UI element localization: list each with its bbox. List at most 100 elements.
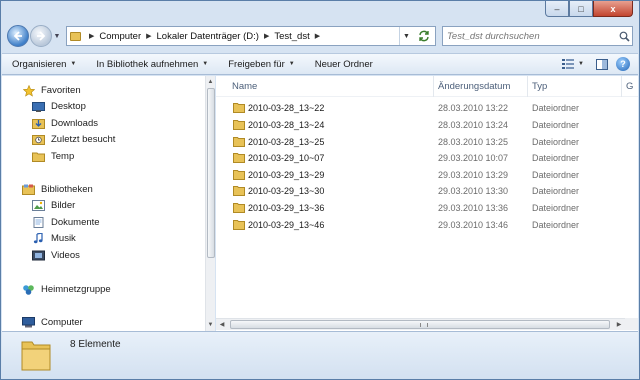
new-folder-button[interactable]: Neuer Ordner — [315, 59, 373, 70]
scrollbar-corner — [625, 318, 638, 330]
help-button[interactable]: ? — [616, 57, 630, 71]
nav-recent-label: Zuletzt besucht — [51, 134, 116, 145]
horizontal-scroll-thumb[interactable] — [230, 320, 610, 329]
nav-documents-label: Dokumente — [51, 217, 100, 228]
libraries-icon — [22, 184, 35, 195]
explorer-window: – □ x ▼ ▶ Computer ▶ Lokaler Datenträger… — [0, 0, 640, 380]
nav-desktop[interactable]: Desktop — [32, 101, 86, 112]
homegroup-icon — [22, 284, 35, 295]
table-row[interactable]: 2010-03-29_13~46 29.03.2010 13:46 Dateio… — [216, 217, 638, 233]
chevron-down-icon: ▼ — [288, 61, 295, 67]
file-date: 29.03.2010 10:07 — [438, 153, 509, 163]
table-row[interactable]: 2010-03-29_13~36 29.03.2010 13:36 Dateio… — [216, 200, 638, 216]
scroll-down-icon[interactable]: ▼ — [206, 319, 215, 331]
refresh-button[interactable] — [413, 27, 435, 45]
file-type: Dateiordner — [532, 203, 580, 213]
preview-pane-icon — [596, 58, 608, 70]
chevron-right-icon[interactable]: ▶ — [146, 32, 151, 40]
file-type: Dateiordner — [532, 170, 580, 180]
address-row: ▼ ▶ Computer ▶ Lokaler Datenträger (D:) … — [7, 23, 633, 49]
view-list-icon — [562, 59, 575, 69]
folder-icon — [233, 220, 245, 230]
desktop-icon — [32, 101, 45, 112]
chevron-down-icon: ▼ — [578, 61, 584, 67]
scroll-up-icon[interactable]: ▲ — [206, 76, 215, 88]
nav-recent[interactable]: Zuletzt besucht — [32, 134, 115, 145]
nav-pictures[interactable]: Bilder — [32, 200, 75, 211]
nav-desktop-label: Desktop — [51, 101, 86, 112]
include-library-label: In Bibliothek aufnehmen — [96, 58, 199, 70]
table-row[interactable]: 2010-03-29_13~29 29.03.2010 13:29 Dateio… — [216, 167, 638, 183]
search-input[interactable] — [447, 30, 616, 42]
breadcrumb-computer[interactable]: Computer — [99, 31, 141, 42]
chevron-right-icon[interactable]: ▶ — [315, 32, 320, 40]
new-folder-label: Neuer Ordner — [314, 58, 373, 70]
recent-pages-dropdown[interactable]: ▼ — [52, 33, 62, 40]
nav-computer[interactable]: Computer — [22, 317, 83, 328]
maximize-button[interactable]: □ — [569, 1, 593, 17]
folder-icon — [233, 170, 245, 180]
star-icon — [22, 84, 35, 97]
nav-documents[interactable]: Dokumente — [32, 217, 100, 228]
column-divider[interactable] — [527, 76, 528, 97]
music-icon — [32, 233, 45, 244]
address-bar[interactable]: ▶ Computer ▶ Lokaler Datenträger (D:) ▶ … — [66, 26, 436, 46]
file-type: Dateiordner — [532, 186, 580, 196]
scroll-right-icon[interactable]: ▶ — [613, 319, 625, 331]
file-date: 28.03.2010 13:22 — [438, 103, 509, 113]
folder-icon — [233, 203, 245, 213]
close-button[interactable]: x — [593, 1, 633, 17]
chevron-down-icon: ▼ — [202, 61, 209, 67]
forward-button[interactable] — [30, 25, 52, 47]
chevron-right-icon[interactable]: ▶ — [89, 32, 94, 40]
recent-places-icon — [32, 134, 45, 145]
nav-temp[interactable]: Temp — [32, 151, 74, 162]
nav-temp-label: Temp — [51, 151, 75, 162]
file-type: Dateiordner — [532, 120, 580, 130]
address-dropdown[interactable]: ▼ — [399, 27, 413, 45]
breadcrumb-folder[interactable]: Test_dst — [274, 31, 309, 42]
column-size[interactable]: G — [626, 81, 633, 92]
file-date: 28.03.2010 13:25 — [438, 137, 509, 147]
organize-button[interactable]: Organisieren ▼ — [12, 59, 76, 70]
column-divider[interactable] — [621, 76, 622, 97]
nav-libraries[interactable]: Bibliotheken — [22, 184, 93, 195]
table-row[interactable]: 2010-03-28_13~25 28.03.2010 13:25 Dateio… — [216, 134, 638, 150]
file-name: 2010-03-29_13~36 — [248, 203, 325, 213]
column-modified[interactable]: Änderungsdatum — [438, 81, 510, 92]
nav-scroll-thumb[interactable] — [207, 88, 215, 258]
nav-favorites[interactable]: Favoriten — [22, 84, 81, 97]
column-name[interactable]: Name — [232, 81, 257, 92]
breadcrumb-drive[interactable]: Lokaler Datenträger (D:) — [157, 31, 259, 42]
share-button[interactable]: Freigeben für ▼ — [228, 59, 294, 70]
table-row[interactable]: 2010-03-29_10~07 29.03.2010 10:07 Dateio… — [216, 150, 638, 166]
column-divider[interactable] — [433, 76, 434, 97]
refresh-icon — [419, 30, 429, 42]
horizontal-scrollbar[interactable]: ◀ ▶ — [216, 318, 625, 330]
preview-pane-button[interactable] — [592, 55, 612, 73]
table-row[interactable]: 2010-03-28_13~22 28.03.2010 13:22 Dateio… — [216, 100, 638, 116]
search-icon[interactable] — [616, 31, 632, 42]
file-name: 2010-03-29_10~07 — [248, 153, 325, 163]
include-library-button[interactable]: In Bibliothek aufnehmen ▼ — [96, 59, 208, 70]
search-box[interactable] — [442, 26, 633, 46]
scroll-left-icon[interactable]: ◀ — [216, 319, 228, 331]
nav-downloads-label: Downloads — [51, 118, 98, 129]
file-name: 2010-03-28_13~22 — [248, 103, 325, 113]
chevron-right-icon[interactable]: ▶ — [264, 32, 269, 40]
file-date: 29.03.2010 13:30 — [438, 186, 509, 196]
view-options-button[interactable]: ▼ — [558, 55, 588, 73]
folder-icon — [233, 137, 245, 147]
back-button[interactable] — [7, 25, 29, 47]
nav-homegroup[interactable]: Heimnetzgruppe — [22, 284, 111, 295]
nav-music[interactable]: Musik — [32, 233, 76, 244]
minimize-button[interactable]: – — [545, 1, 569, 17]
file-date: 29.03.2010 13:36 — [438, 203, 509, 213]
nav-videos[interactable]: Videos — [32, 250, 80, 261]
table-row[interactable]: 2010-03-29_13~30 29.03.2010 13:30 Dateio… — [216, 183, 638, 199]
file-name: 2010-03-29_13~29 — [248, 170, 325, 180]
nav-downloads[interactable]: Downloads — [32, 118, 98, 129]
table-row[interactable]: 2010-03-28_13~24 28.03.2010 13:24 Dateio… — [216, 117, 638, 133]
nav-scrollbar[interactable]: ▲ ▼ — [205, 76, 215, 331]
column-type[interactable]: Typ — [532, 81, 547, 92]
